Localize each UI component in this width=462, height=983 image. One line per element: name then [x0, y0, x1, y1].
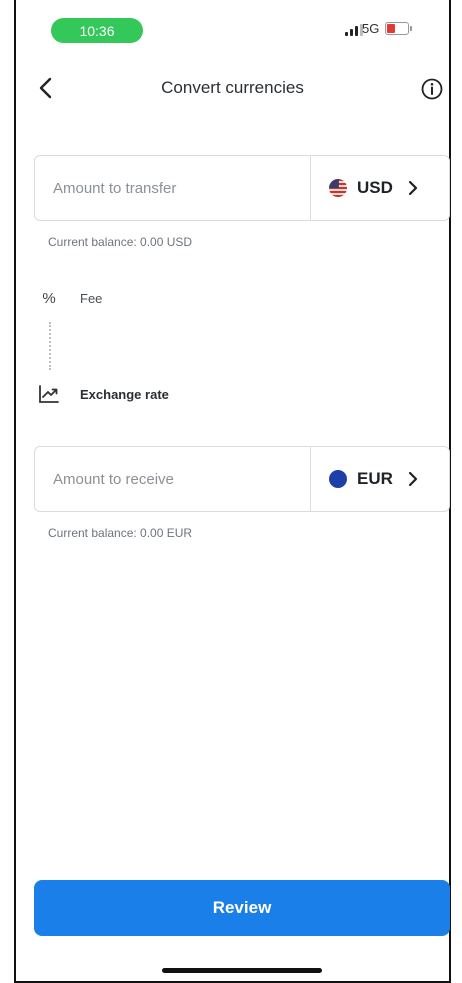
status-bar: 10:36 5G — [16, 0, 449, 56]
header: Convert currencies — [16, 60, 449, 116]
receive-currency-select[interactable]: EUR — [310, 447, 449, 511]
receive-currency-code: EUR — [357, 469, 393, 488]
chevron-right-icon — [408, 471, 418, 487]
transfer-currency-select[interactable]: USD — [310, 156, 449, 220]
eu-flag-icon — [329, 470, 347, 488]
transfer-currency-code: USD — [357, 178, 393, 197]
phone-screen: 10:36 5G Convert currencies USD Current … — [14, 0, 451, 983]
page-title: Convert currencies — [161, 78, 304, 97]
receive-amount-input[interactable] — [35, 447, 310, 511]
review-button[interactable]: Review — [34, 880, 450, 936]
us-flag-icon — [329, 179, 347, 197]
exchange-rate-label: Exchange rate — [80, 386, 169, 402]
info-icon[interactable] — [421, 78, 443, 100]
transfer-amount-box: USD — [34, 155, 450, 221]
network-type: 5G — [362, 21, 380, 36]
trend-chart-icon — [39, 385, 59, 403]
home-indicator[interactable] — [162, 968, 322, 973]
receive-amount-box: EUR — [34, 446, 450, 512]
fee-connector-line — [49, 322, 51, 370]
signal-icon — [345, 24, 363, 36]
chevron-right-icon — [408, 180, 418, 196]
receive-balance: Current balance: 0.00 EUR — [48, 526, 193, 540]
transfer-balance: Current balance: 0.00 USD — [48, 235, 193, 249]
percent-icon: % — [42, 290, 56, 307]
status-time: 10:36 — [51, 18, 143, 43]
fee-label: Fee — [80, 291, 103, 306]
exchange-rate-row: Exchange rate — [38, 384, 169, 404]
fee-row: % Fee — [40, 290, 102, 307]
transfer-amount-input[interactable] — [35, 156, 310, 220]
battery-icon — [385, 22, 412, 35]
